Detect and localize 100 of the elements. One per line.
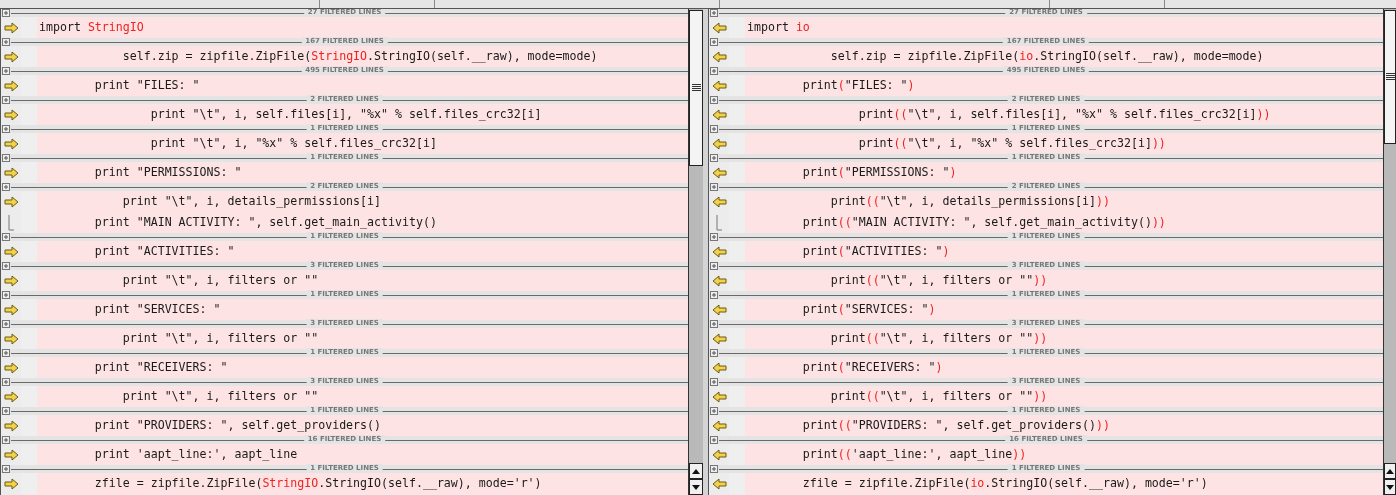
scroll-down-button[interactable] (1384, 479, 1396, 495)
scroll-thumb[interactable] (1384, 10, 1396, 144)
expand-icon[interactable] (710, 9, 718, 17)
code-line: print "ACTIVITIES: " (93, 244, 235, 258)
scroll-up-icon (692, 468, 700, 474)
code-line: print(("\t", i, self.files[i], "%x" % self.files_crc32[i])) (857, 107, 1271, 121)
expand-icon[interactable] (710, 465, 718, 473)
scroll-down-icon (692, 484, 700, 490)
bracket-icon (8, 214, 14, 231)
code-line: print(("\t", i, filters or "")) (829, 331, 1048, 345)
right-arrow-icon[interactable] (3, 195, 19, 208)
left-arrow-icon[interactable] (711, 245, 727, 258)
scroll-up-button[interactable] (1384, 463, 1396, 479)
scroll-thumb[interactable] (689, 10, 703, 166)
code-line: zfile = zipfile.ZipFile(StringIO.StringIO(self.__raw), mode='r') (93, 476, 542, 490)
left-arrow-icon[interactable] (711, 21, 727, 34)
expand-icon[interactable] (2, 38, 10, 46)
expand-icon[interactable] (710, 349, 718, 357)
code-line: import StringIO (39, 20, 144, 34)
scroll-down-icon (1386, 484, 1394, 490)
code-line: print "MAIN ACTIVITY: ", self.get_main_activity() (93, 215, 437, 229)
right-arrow-icon[interactable] (3, 477, 19, 490)
expand-icon[interactable] (710, 183, 718, 191)
right-arrow-icon[interactable] (3, 419, 19, 432)
code-line: print(("\t", i, filters or "")) (829, 389, 1048, 403)
left-arrow-icon[interactable] (711, 332, 727, 345)
expand-icon[interactable] (710, 125, 718, 133)
left-arrow-icon[interactable] (711, 108, 727, 121)
expand-icon[interactable] (2, 233, 10, 241)
right-arrow-icon[interactable] (3, 245, 19, 258)
right-arrow-icon[interactable] (3, 390, 19, 403)
right-arrow-icon[interactable] (3, 361, 19, 374)
code-line: print("ACTIVITIES: ") (801, 244, 950, 258)
code-line: print 'aapt_line:', aapt_line (93, 447, 298, 461)
expand-icon[interactable] (710, 96, 718, 104)
code-line: print(("\t", i, details_permissions[i])) (829, 194, 1110, 208)
code-line: print "RECEIVERS: " (93, 360, 228, 374)
left-arrow-icon[interactable] (711, 274, 727, 287)
expand-icon[interactable] (710, 262, 718, 270)
expand-icon[interactable] (710, 291, 718, 299)
bracket-icon (716, 214, 722, 231)
right-arrow-icon[interactable] (3, 332, 19, 345)
left-arrow-icon[interactable] (711, 303, 727, 316)
left-arrow-icon[interactable] (711, 477, 727, 490)
left-arrow-icon[interactable] (711, 166, 727, 179)
code-line: print(("MAIN ACTIVITY: ", self.get_main_activity())) (801, 215, 1166, 229)
code-line: print "\t", i, "%x" % self.files_crc32[i] (149, 136, 437, 150)
expand-icon[interactable] (2, 262, 10, 270)
expand-icon[interactable] (710, 233, 718, 241)
expand-icon[interactable] (2, 320, 10, 328)
scroll-up-button[interactable] (689, 463, 703, 479)
left-arrow-icon[interactable] (711, 448, 727, 461)
expand-icon[interactable] (2, 67, 10, 75)
code-line: self.zip = zipfile.ZipFile(StringIO.StringIO(self.__raw), mode=mode) (121, 49, 598, 63)
left-arrow-icon[interactable] (711, 361, 727, 374)
left-arrow-icon[interactable] (711, 79, 727, 92)
right-arrow-icon[interactable] (3, 274, 19, 287)
expand-icon[interactable] (710, 378, 718, 386)
code-line: print("RECEIVERS: ") (801, 360, 943, 374)
expand-icon[interactable] (710, 67, 718, 75)
right-arrow-icon[interactable] (3, 50, 19, 63)
expand-icon[interactable] (2, 436, 10, 444)
right-arrow-icon[interactable] (3, 448, 19, 461)
code-line: print("SERVICES: ") (801, 302, 936, 316)
code-line: print "PROVIDERS: ", self.get_providers() (93, 418, 382, 432)
expand-icon[interactable] (2, 183, 10, 191)
expand-icon[interactable] (710, 407, 718, 415)
scroll-up-icon (1386, 468, 1394, 474)
expand-icon[interactable] (2, 9, 10, 17)
right-arrow-icon[interactable] (3, 108, 19, 121)
left-arrow-icon[interactable] (711, 390, 727, 403)
expand-icon[interactable] (710, 38, 718, 46)
code-line: print "PERMISSIONS: " (93, 165, 242, 179)
left-arrow-icon[interactable] (711, 50, 727, 63)
right-arrow-icon[interactable] (3, 303, 19, 316)
right-arrow-icon[interactable] (3, 137, 19, 150)
code-line: print "FILES: " (93, 78, 200, 92)
left-arrow-icon[interactable] (711, 419, 727, 432)
expand-icon[interactable] (2, 291, 10, 299)
expand-icon[interactable] (2, 96, 10, 104)
expand-icon[interactable] (2, 378, 10, 386)
expand-icon[interactable] (2, 349, 10, 357)
expand-icon[interactable] (2, 407, 10, 415)
code-line: print(('aapt_line:', aapt_line)) (801, 447, 1027, 461)
right-arrow-icon[interactable] (3, 79, 19, 92)
grip-icon (1385, 73, 1395, 81)
left-arrow-icon[interactable] (711, 137, 727, 150)
left-arrow-icon[interactable] (711, 195, 727, 208)
right-arrow-icon[interactable] (3, 21, 19, 34)
expand-icon[interactable] (2, 154, 10, 162)
expand-icon[interactable] (710, 436, 718, 444)
code-line: zfile = zipfile.ZipFile(io.StringIO(self.__raw), mode='r') (801, 476, 1208, 490)
expand-icon[interactable] (710, 320, 718, 328)
scroll-down-button[interactable] (689, 479, 703, 495)
right-arrow-icon[interactable] (3, 166, 19, 179)
expand-icon[interactable] (2, 465, 10, 473)
code-line: print("PERMISSIONS: ") (801, 165, 957, 179)
expand-icon[interactable] (2, 125, 10, 133)
expand-icon[interactable] (710, 154, 718, 162)
code-line: print(("PROVIDERS: ", self.get_providers())) (801, 418, 1110, 432)
